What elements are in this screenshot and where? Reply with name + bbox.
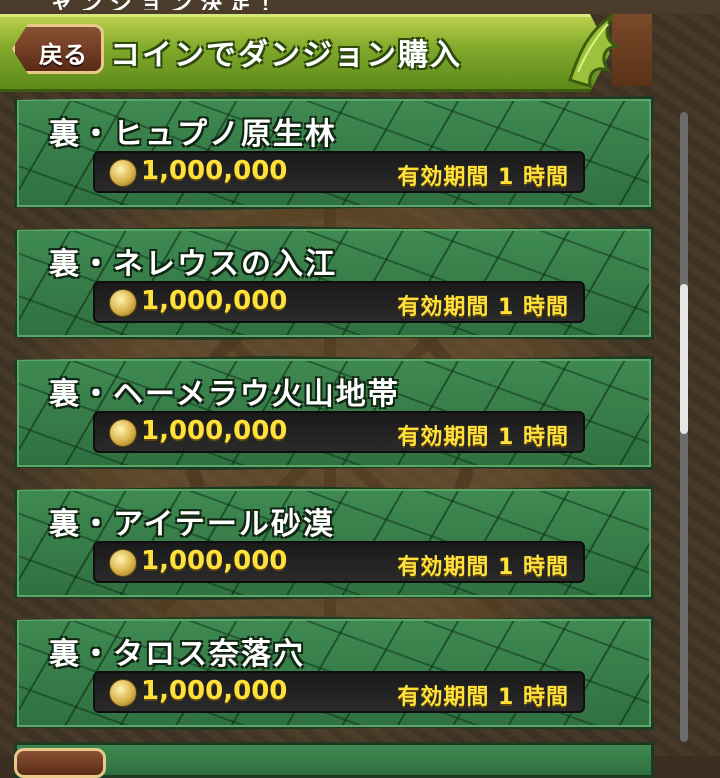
expiry-text: 有効期間 1 時間 <box>397 165 569 190</box>
price-text: 1,000,000 <box>141 676 288 706</box>
dungeon-card[interactable]: 裏・ネレウスの入江 1,000,000 有効期間 1 時間 <box>14 226 654 340</box>
dungeon-title: 裏・アイテール砂漠 <box>49 507 335 542</box>
coin-icon <box>109 549 137 577</box>
dungeon-title: 裏・ヒュプノ原生林 <box>49 117 337 152</box>
info-bar: 1,000,000 有効期間 1 時間 <box>93 281 585 323</box>
bottom-button-partial[interactable] <box>14 748 106 778</box>
expiry-text: 有効期間 1 時間 <box>397 425 569 450</box>
info-bar: 1,000,000 有効期間 1 時間 <box>93 411 585 453</box>
back-button[interactable]: 戻る <box>12 24 104 74</box>
back-button-label: 戻る <box>39 41 87 69</box>
coin-icon <box>109 289 137 317</box>
info-bar: 1,000,000 有効期間 1 時間 <box>93 151 585 193</box>
price-text: 1,000,000 <box>141 416 288 446</box>
expiry-text: 有効期間 1 時間 <box>397 555 569 580</box>
info-bar: 1,000,000 有効期間 1 時間 <box>93 671 585 713</box>
expiry-text: 有効期間 1 時間 <box>397 295 569 320</box>
next-card-partial <box>14 742 654 778</box>
dungeon-card[interactable]: 裏・タロス奈落穴 1,000,000 有効期間 1 時間 <box>14 616 654 730</box>
page-title: コインでダンジョン購入 <box>110 38 462 73</box>
scrollbar-thumb[interactable] <box>680 284 688 434</box>
dungeon-card[interactable]: 裏・アイテール砂漠 1,000,000 有効期間 1 時間 <box>14 486 654 600</box>
dungeon-card[interactable]: 裏・ヒュプノ原生林 1,000,000 有効期間 1 時間 <box>14 96 654 210</box>
coin-icon <box>109 159 137 187</box>
price-text: 1,000,000 <box>141 546 288 576</box>
dungeon-card[interactable]: 裏・ヘーメラウ火山地帯 1,000,000 有効期間 1 時間 <box>14 356 654 470</box>
dungeon-title: 裏・ヘーメラウ火山地帯 <box>49 377 400 412</box>
price-text: 1,000,000 <box>141 156 288 186</box>
dragon-wing-icon <box>568 11 620 89</box>
dungeon-title: 裏・ネレウスの入江 <box>49 247 337 282</box>
price-text: 1,000,000 <box>141 286 288 316</box>
dungeon-title: 裏・タロス奈落穴 <box>49 637 305 672</box>
coin-icon <box>109 679 137 707</box>
coin-icon <box>109 419 137 447</box>
info-bar: 1,000,000 有効期間 1 時間 <box>93 541 585 583</box>
top-cut-text: ャンジョン決定！ <box>50 0 330 10</box>
expiry-text: 有効期間 1 時間 <box>397 685 569 710</box>
